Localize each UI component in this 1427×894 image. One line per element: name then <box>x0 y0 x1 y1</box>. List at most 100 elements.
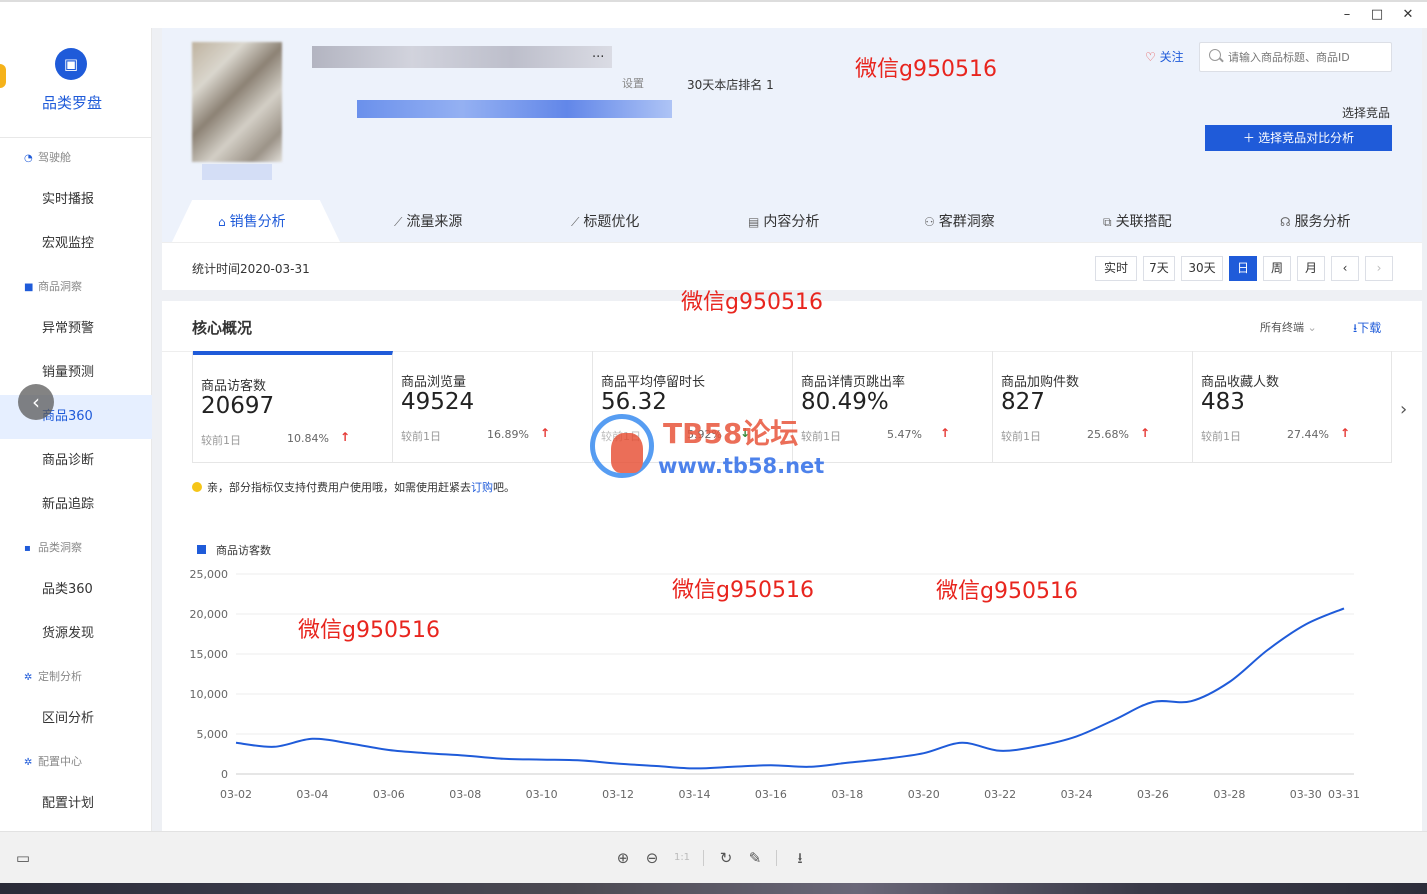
data-point <box>655 765 658 768</box>
maximize-button[interactable]: □ <box>1367 6 1387 24</box>
legend-label: 商品访客数 <box>216 544 271 557</box>
back-arrow-icon[interactable]: ‹ <box>18 384 54 420</box>
users-icon: ⚇ <box>924 215 935 229</box>
metric-pct: 27.44% <box>1287 428 1329 441</box>
bag-icon: ⌂ <box>218 215 226 229</box>
range-day-button[interactable]: 日 <box>1229 256 1257 281</box>
x-tick-label: 03-14 <box>678 788 710 801</box>
range-week-button[interactable]: 周 <box>1263 256 1291 281</box>
tab-content[interactable]: ▤ 内容分析 <box>748 200 819 242</box>
metric-name: 商品访客数 <box>201 379 267 394</box>
metric-favorites[interactable]: 商品收藏人数 483 较前1日 27.44% ↑ <box>1193 351 1393 463</box>
data-point <box>846 761 849 764</box>
stat-time: 统计时间2020-03-31 <box>192 262 310 276</box>
tab-sales[interactable]: ⌂ 销售分析 <box>218 200 286 242</box>
tb58-name: TB58论坛 <box>663 417 799 450</box>
download-button[interactable]: ⭳下载 <box>1353 319 1381 340</box>
range-30d-button[interactable]: 30天 <box>1181 256 1223 281</box>
sidebar-item-category360[interactable]: 品类360 <box>0 568 152 612</box>
chevron-right-icon[interactable]: › <box>1400 399 1407 420</box>
rotate-icon[interactable]: ↻ <box>715 847 737 869</box>
watermark-text: 微信g950516 <box>672 578 814 603</box>
data-point <box>1228 681 1231 684</box>
data-point <box>960 741 963 744</box>
lock-icon: ■ <box>24 282 34 293</box>
setting-link[interactable]: 设置 <box>622 75 644 91</box>
gear-icon: ✲ <box>24 672 33 683</box>
sidebar-item-new-tracking[interactable]: 新品追踪 <box>0 483 152 527</box>
tab-service[interactable]: ☊ 服务分析 <box>1280 200 1351 242</box>
x-tick-label: 03-30 <box>1290 788 1322 801</box>
compare-competitor-button[interactable]: ＋ 选择竞品对比分析 <box>1205 125 1392 151</box>
arrow-up-icon: ↑ <box>1340 426 1351 440</box>
tab-association[interactable]: ⧉ 关联搭配 <box>1103 200 1172 242</box>
metric-value: 483 <box>1201 389 1245 415</box>
zoom-out-icon[interactable]: ⊖ <box>641 847 663 869</box>
sidebar-group-product-insight: ■ 商品洞察 <box>24 277 82 297</box>
sidebar-item-macro[interactable]: 宏观监控 <box>0 222 152 266</box>
edit-icon[interactable]: ✎ <box>744 847 766 869</box>
data-point <box>731 765 734 768</box>
divider <box>703 850 704 866</box>
sidebar-item-anomaly[interactable]: 异常预警 <box>0 307 152 351</box>
follow-button[interactable]: ♡ 关注 <box>1145 48 1184 65</box>
sidebar-group-cockpit: ◔ 驾驶舱 <box>24 148 71 168</box>
document-icon: ▤ <box>748 215 760 229</box>
thumbnail-icon[interactable]: ▭ <box>12 847 34 869</box>
shop-rank: 30天本店排名 1 <box>687 78 774 92</box>
download-icon[interactable]: ⭳ <box>789 847 811 869</box>
legend-swatch <box>197 545 206 554</box>
zoom-in-icon[interactable]: ⊕ <box>612 847 634 869</box>
metric-add-cart[interactable]: 商品加购件数 827 较前1日 25.68% ↑ <box>993 351 1193 463</box>
y-tick-label: 20,000 <box>190 608 229 621</box>
app-title: 品类罗盘 <box>41 94 102 112</box>
subscribe-link[interactable]: 订购 <box>471 481 493 494</box>
sidebar-item-sourcing[interactable]: 货源发现 <box>0 612 152 656</box>
close-button[interactable]: ✕ <box>1398 6 1418 24</box>
data-point <box>578 759 581 762</box>
data-point <box>769 764 772 767</box>
metric-value: 49524 <box>401 389 475 415</box>
metric-pct: 5.47% <box>887 428 922 441</box>
analysis-tabs: ⌂ 销售分析 ⟋ 流量来源 ⟋ 标题优化 ▤ 内容分析 ⚇ 客群洞察 ⧉ 关联搭配 ☊ 服务分… <box>162 200 1422 242</box>
next-date-button[interactable]: › <box>1365 256 1393 281</box>
data-point <box>617 762 620 765</box>
grid-icon: ▪ <box>24 543 31 554</box>
info-dot-icon <box>192 482 202 492</box>
sidebar-item-plan[interactable]: 配置计划 <box>0 782 152 826</box>
metric-pct: 16.89% <box>487 428 529 441</box>
range-month-button[interactable]: 月 <box>1297 256 1325 281</box>
metric-visitors[interactable]: 商品访客数 20697 较前1日 10.84% ↑ <box>193 351 393 463</box>
data-point <box>273 745 276 748</box>
data-point <box>387 749 390 752</box>
product-image <box>192 42 282 162</box>
metric-name: 商品收藏人数 <box>1201 375 1280 390</box>
sidebar-item-range[interactable]: 区间分析 <box>0 697 152 741</box>
minimize-button[interactable]: – <box>1337 6 1357 24</box>
terminal-select[interactable]: 所有终端 ⌄ <box>1260 319 1317 335</box>
collapse-tab[interactable] <box>0 64 6 88</box>
desktop-background <box>0 883 1427 894</box>
data-point <box>426 752 429 755</box>
watermark-text: 微信g950516 <box>298 618 440 643</box>
data-point <box>349 742 352 745</box>
gear-icon: ✲ <box>24 757 33 768</box>
tab-audience[interactable]: ⚇ 客群洞察 <box>924 200 995 242</box>
time-filter-bar: 统计时间2020-03-31 实时 7天 30天 日 周 月 ‹ › <box>162 242 1422 290</box>
y-tick-label: 10,000 <box>190 688 229 701</box>
range-7d-button[interactable]: 7天 <box>1143 256 1175 281</box>
metric-pageviews[interactable]: 商品浏览量 49524 较前1日 16.89% ↑ <box>393 351 593 463</box>
data-point <box>884 757 887 760</box>
actual-size-icon[interactable]: 1:1 <box>671 847 693 869</box>
metric-compare: 较前1日 <box>1001 430 1041 443</box>
search-input[interactable] <box>1199 42 1392 72</box>
tab-title[interactable]: ⟋ 标题优化 <box>571 200 639 242</box>
range-realtime-button[interactable]: 实时 <box>1095 256 1137 281</box>
chart-legend[interactable]: 商品访客数 <box>197 542 271 558</box>
x-tick-label: 03-20 <box>908 788 940 801</box>
sidebar-item-realtime[interactable]: 实时播报 <box>0 178 152 222</box>
metric-compare: 较前1日 <box>1201 430 1241 443</box>
tab-traffic[interactable]: ⟋ 流量来源 <box>394 200 462 242</box>
prev-date-button[interactable]: ‹ <box>1331 256 1359 281</box>
sidebar-item-diagnosis[interactable]: 商品诊断 <box>0 439 152 483</box>
